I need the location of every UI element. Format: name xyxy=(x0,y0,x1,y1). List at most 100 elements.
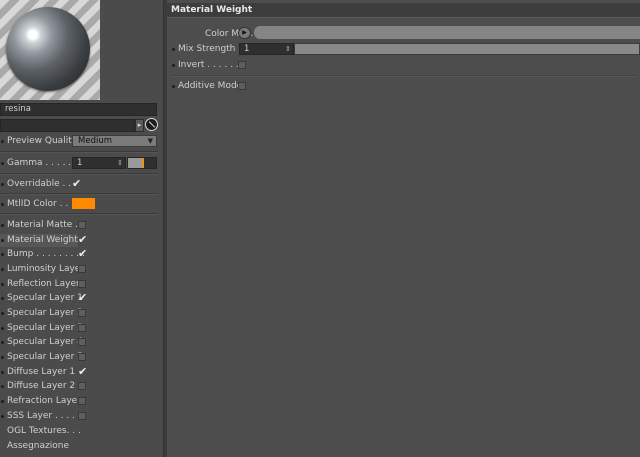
animation-dot-icon[interactable] xyxy=(1,239,4,242)
mix-strength-slider[interactable] xyxy=(294,43,640,55)
ogl-textures-item[interactable]: OGL Textures. . . xyxy=(0,425,90,438)
mix-strength-label: Mix Strength xyxy=(178,44,236,54)
layer-label: Specular Layer 3 xyxy=(7,323,83,333)
layer-label: Diffuse Layer 1 xyxy=(7,367,76,377)
no-texture-icon[interactable] xyxy=(145,118,158,131)
layer-label: Reflection Layer xyxy=(7,279,80,289)
assegnazione-label: Assegnazione xyxy=(7,441,69,451)
layer-label: Specular Layer 4 xyxy=(7,337,83,347)
spinner-icon[interactable]: ⇕ xyxy=(285,44,291,54)
layer-checkbox[interactable]: ✔ xyxy=(78,233,87,246)
layer-checkbox[interactable] xyxy=(78,338,86,346)
layer-checkbox[interactable] xyxy=(78,280,86,288)
animation-dot-icon[interactable] xyxy=(1,268,4,271)
invert-label: Invert . . . . . . . xyxy=(178,60,245,70)
animation-dot-icon[interactable] xyxy=(1,183,4,186)
layer-label: Refraction Layer xyxy=(7,396,81,406)
animation-dot-icon[interactable] xyxy=(1,162,4,165)
separator xyxy=(171,75,637,77)
material-sidebar: resina ▸ Preview Quality Medium ▼ Gamma … xyxy=(0,0,163,457)
chevron-down-icon: ▼ xyxy=(147,137,153,145)
gamma-slider-handle[interactable] xyxy=(142,158,144,168)
separator xyxy=(0,193,158,195)
layer-checkbox[interactable] xyxy=(78,382,86,390)
animation-dot-icon[interactable] xyxy=(1,297,4,300)
invert-checkbox[interactable] xyxy=(238,61,246,69)
animation-dot-icon[interactable] xyxy=(172,64,175,67)
gamma-row: Gamma . . . . . . xyxy=(0,157,77,170)
animation-dot-icon[interactable] xyxy=(1,415,4,418)
layer-item-bump[interactable]: Bump . . . . . . . . . ✔ xyxy=(0,247,90,261)
mtlid-row: MtlID Color . . . xyxy=(0,198,74,211)
overridable-checkbox[interactable]: ✔ xyxy=(72,177,81,190)
animation-dot-icon[interactable] xyxy=(1,140,4,143)
preview-quality-label: Preview Quality xyxy=(7,136,78,146)
layer-checkbox[interactable] xyxy=(78,265,86,273)
separator xyxy=(0,151,158,153)
material-preview[interactable] xyxy=(0,0,100,100)
mtlid-label: MtlID Color . . . xyxy=(7,199,74,209)
preview-sphere xyxy=(6,7,90,91)
layer-item-specular-1[interactable]: Specular Layer 1 ✔ xyxy=(0,291,90,305)
layer-checkbox[interactable] xyxy=(78,309,86,317)
animation-dot-icon[interactable] xyxy=(172,85,175,88)
separator xyxy=(0,173,158,175)
layer-item-specular-4[interactable]: Specular Layer 4 xyxy=(0,336,90,349)
layer-label: Luminosity Layer xyxy=(7,264,85,274)
panel-header: Material Weight xyxy=(167,3,640,18)
texture-path-field[interactable] xyxy=(0,119,135,132)
animation-dot-icon[interactable] xyxy=(1,371,4,374)
path-arrow-icon[interactable]: ▸ xyxy=(135,119,144,132)
layer-checkbox[interactable]: ✔ xyxy=(78,247,87,260)
layer-item-diffuse-2[interactable]: Diffuse Layer 2 xyxy=(0,380,90,393)
play-icon[interactable]: ▶ xyxy=(238,27,251,39)
layer-checkbox[interactable] xyxy=(78,324,86,332)
animation-dot-icon[interactable] xyxy=(1,253,4,256)
mtlid-color-swatch[interactable] xyxy=(72,198,95,209)
animation-dot-icon[interactable] xyxy=(1,385,4,388)
layer-checkbox[interactable] xyxy=(78,221,86,229)
layer-item-luminosity[interactable]: Luminosity Layer xyxy=(0,263,90,276)
layer-label: Specular Layer 1 xyxy=(7,293,83,303)
layer-checkbox[interactable]: ✔ xyxy=(78,291,87,304)
layer-checkbox[interactable]: ✔ xyxy=(78,365,87,378)
layer-item-refraction[interactable]: Refraction Layer xyxy=(0,395,90,408)
animation-dot-icon[interactable] xyxy=(1,224,4,227)
spinner-icon[interactable]: ⇕ xyxy=(117,158,123,168)
gamma-input[interactable]: 1 ⇕ xyxy=(72,157,126,169)
animation-dot-icon[interactable] xyxy=(1,356,4,359)
gamma-slider[interactable] xyxy=(127,157,157,169)
layer-checkbox[interactable] xyxy=(78,412,86,420)
layer-checkbox[interactable] xyxy=(78,397,86,405)
layer-item-material-matte[interactable]: Material Matte . . xyxy=(0,219,90,232)
layer-item-reflection[interactable]: Reflection Layer xyxy=(0,278,90,291)
layer-item-sss[interactable]: SSS Layer . . . . . xyxy=(0,410,90,423)
color-map-shader-field[interactable] xyxy=(254,26,640,39)
assegnazione-item[interactable]: Assegnazione xyxy=(0,440,90,453)
layer-checkbox[interactable] xyxy=(78,353,86,361)
layer-item-specular-3[interactable]: Specular Layer 3 xyxy=(0,322,90,335)
additive-mode-row: Additive Mode xyxy=(171,80,251,93)
animation-dot-icon[interactable] xyxy=(1,203,4,206)
animation-dot-icon[interactable] xyxy=(1,341,4,344)
animation-dot-icon[interactable] xyxy=(1,312,4,315)
material-name-field[interactable]: resina xyxy=(0,103,157,116)
gamma-label: Gamma . . . . . . xyxy=(7,158,77,168)
ogl-textures-label: OGL Textures. . . xyxy=(7,426,81,436)
overridable-label: Overridable . . . xyxy=(7,179,77,189)
invert-row: Invert . . . . . . . xyxy=(171,59,251,72)
animation-dot-icon[interactable] xyxy=(172,48,175,51)
layer-item-specular-2[interactable]: Specular Layer 2 xyxy=(0,307,90,320)
layer-label: Bump . . . . . . . . . xyxy=(7,249,85,259)
animation-dot-icon[interactable] xyxy=(1,400,4,403)
animation-dot-icon[interactable] xyxy=(1,283,4,286)
preview-quality-value: Medium xyxy=(78,136,112,146)
layer-item-material-weight[interactable]: Material Weight ✔ xyxy=(0,233,90,247)
layer-item-diffuse-1[interactable]: Diffuse Layer 1 ✔ xyxy=(0,365,90,379)
preview-quality-dropdown[interactable]: Medium ▼ xyxy=(72,135,157,147)
animation-dot-icon[interactable] xyxy=(1,327,4,330)
layer-item-specular-5[interactable]: Specular Layer 5 xyxy=(0,351,90,364)
additive-mode-checkbox[interactable] xyxy=(238,82,246,90)
mix-strength-value: 1 xyxy=(244,44,250,54)
mix-strength-input[interactable]: 1 ⇕ xyxy=(239,43,294,55)
